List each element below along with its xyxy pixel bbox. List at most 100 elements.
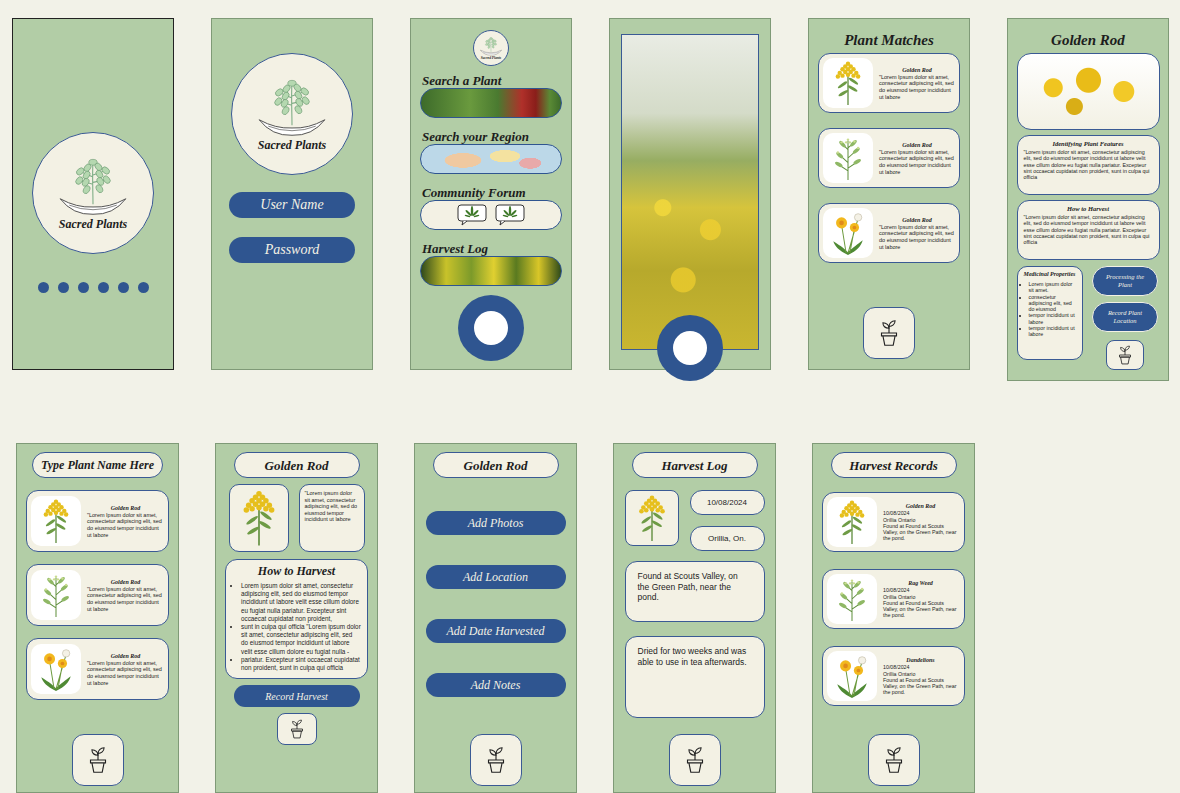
login-field[interactable]: User Name — [229, 192, 355, 218]
page-dot[interactable] — [78, 282, 89, 293]
add-button[interactable]: Add Notes — [426, 673, 566, 697]
goldenrod-icon — [833, 499, 871, 545]
plant-detail-screen: Golden RodIdentifying Plant Features"Lor… — [1007, 18, 1169, 381]
page-dot[interactable] — [118, 282, 129, 293]
menu-thumbnail[interactable] — [420, 200, 562, 230]
login-screen: Sacred PlantsUser NamePassword — [211, 18, 373, 370]
potted-plant-icon — [879, 745, 909, 775]
record-card[interactable]: Dandelions10/08/2024Orillia OntarioFound… — [822, 646, 965, 706]
instruction-item: sunt in culpa qui officia "Lorem ipsum d… — [241, 623, 361, 656]
garden-button[interactable] — [470, 734, 522, 786]
goldenrod-icon — [829, 60, 867, 106]
page-dot[interactable] — [138, 282, 149, 293]
page-dot[interactable] — [58, 282, 69, 293]
camera-button[interactable] — [458, 295, 524, 361]
medicinal-item: tempor incididunt ut labore — [1029, 312, 1078, 325]
logo-text: Sacred Plants — [59, 217, 127, 231]
medicinal-list: Lorem ipsum dolor sit amet.consectetur a… — [1022, 281, 1078, 338]
record-harvest-button[interactable]: Record Harvest — [234, 685, 360, 707]
splash-screen: Sacred Plants — [12, 18, 174, 370]
medicinal-heading: Medicinal Properties — [1022, 271, 1078, 278]
search-field[interactable]: Type Plant Name Here — [32, 452, 163, 478]
menu-thumbnail[interactable] — [420, 256, 562, 286]
harvest-instructions: How to Harvest Lorem ipsum dolor sit amet… — [225, 559, 368, 679]
record-date: 10/08/2024 — [883, 587, 958, 593]
log-header: 10/08/2024 Orillia, On. — [625, 490, 765, 551]
ragweed-icon — [37, 572, 75, 618]
plant-image — [31, 644, 81, 694]
plant-name: Golden Rod — [879, 216, 955, 224]
shutter-button[interactable] — [657, 315, 723, 381]
potted-plant-icon — [680, 745, 710, 775]
detail-actions: Medicinal Properties Lorem ipsum dolor si… — [1017, 266, 1160, 370]
plant-image — [31, 496, 81, 546]
plant-image — [823, 133, 873, 183]
page-dot[interactable] — [98, 282, 109, 293]
menu-label: Search a Plant — [420, 73, 562, 88]
plant-name: Golden Rod — [87, 652, 164, 660]
potted-plant-icon — [874, 318, 904, 348]
chat-bubble-icon — [495, 204, 525, 226]
harvest-note[interactable]: Found at Scouts Valley, on the Green Pat… — [625, 561, 765, 622]
harvest-location[interactable]: Orillia, On. — [690, 526, 765, 551]
plant-image — [31, 570, 81, 620]
garden-button[interactable] — [669, 734, 721, 786]
plant-matches-screen: Plant MatchesGolden Rod"Lorem Ipsum dolo… — [808, 18, 970, 370]
plant-hands-logo-icon — [255, 76, 329, 138]
medicinal-item: consectetur adipiscing elit, sed do eius… — [1029, 294, 1078, 313]
logo-text: Sacred Plants — [481, 56, 501, 60]
medicinal-item: Lorem ipsum dolor sit amet. — [1029, 281, 1078, 294]
login-form: User Name Password — [229, 192, 355, 263]
plant-card[interactable]: Golden Rod"Lorem Ipsum dolor sit amet, c… — [818, 128, 960, 188]
menu-thumbnail[interactable] — [420, 88, 562, 118]
garden-button[interactable] — [863, 307, 915, 359]
plant-hands-logo-icon — [56, 155, 130, 217]
menu-item[interactable]: Search a Plant — [420, 73, 562, 118]
instruction-list: Lorem ipsum dolor sit amet, consectetur … — [232, 582, 361, 672]
plant-image — [823, 208, 873, 258]
garden-button[interactable] — [868, 734, 920, 786]
section-body: "Lorem ipsum dolor sit amet, consectetur… — [1024, 149, 1153, 180]
app-logo: Sacred Plants — [32, 132, 154, 254]
add-button[interactable]: Add Date Harvested — [426, 619, 566, 643]
garden-button[interactable] — [72, 734, 124, 786]
menu-item[interactable]: Harvest Log — [420, 241, 562, 286]
guide-header: "Lorem ipsum dolor sit amet, consectetur… — [229, 484, 365, 552]
record-card[interactable]: Golden Rod10/08/2024Orillia OntarioFound… — [822, 492, 965, 552]
potted-plant-icon — [83, 745, 113, 775]
plant-description: "Lorem Ipsum dolor sit amet, consectetur… — [879, 224, 955, 250]
plant-card[interactable]: Golden Rod"Lorem Ipsum dolor sit amet, c… — [26, 490, 169, 552]
record-card[interactable]: Rag Weed10/08/2024Orillia OntarioFound a… — [822, 569, 965, 629]
plant-photo — [1017, 53, 1160, 130]
login-field[interactable]: Password — [229, 237, 355, 263]
dandelion-icon — [833, 653, 871, 699]
menu-thumbnail[interactable] — [420, 144, 562, 174]
page-dot[interactable] — [38, 282, 49, 293]
plant-card[interactable]: Golden Rod"Lorem Ipsum dolor sit amet, c… — [818, 203, 960, 263]
harvest-date[interactable]: 10/08/2024 — [690, 490, 765, 515]
dandelion-icon — [829, 210, 867, 256]
garden-button[interactable] — [1106, 340, 1144, 370]
menu-item[interactable]: Community Forum — [420, 185, 562, 230]
plant-description: "Lorem Ipsum dolor sit amet, consectetur… — [879, 149, 955, 175]
menu-item[interactable]: Search your Region — [420, 129, 562, 174]
plant-card[interactable]: Golden Rod"Lorem Ipsum dolor sit amet, c… — [818, 53, 960, 113]
harvest-note[interactable]: Dried for two weeks and was able to use … — [625, 636, 765, 718]
action-button[interactable]: Processing the Plant — [1092, 266, 1158, 296]
harvest-photo — [625, 490, 679, 546]
plant-card[interactable]: Golden Rod"Lorem Ipsum dolor sit amet, c… — [26, 564, 169, 626]
screen-row: Sacred Plants Sacred Plants User Name Passw… — [0, 18, 1180, 381]
plant-info: Golden Rod"Lorem Ipsum dolor sit amet, c… — [87, 652, 164, 686]
medicinal-card: Medicinal Properties Lorem ipsum dolor si… — [1017, 266, 1083, 360]
add-button[interactable]: Add Photos — [426, 511, 566, 535]
garden-button[interactable] — [277, 713, 317, 745]
add-button[interactable]: Add Location — [426, 565, 566, 589]
record-harvest-screen: Golden RodAdd PhotosAdd LocationAdd Date… — [414, 443, 577, 793]
camera-screen — [609, 18, 771, 370]
action-button[interactable]: Record Plant Location — [1092, 302, 1158, 332]
section-heading: How to Harvest — [232, 564, 361, 579]
potted-plant-icon — [1114, 344, 1136, 366]
plant-card[interactable]: Golden Rod"Lorem Ipsum dolor sit amet, c… — [26, 638, 169, 700]
plant-summary: "Lorem ipsum dolor sit amet, consectetur… — [299, 484, 365, 552]
potted-plant-icon — [481, 745, 511, 775]
